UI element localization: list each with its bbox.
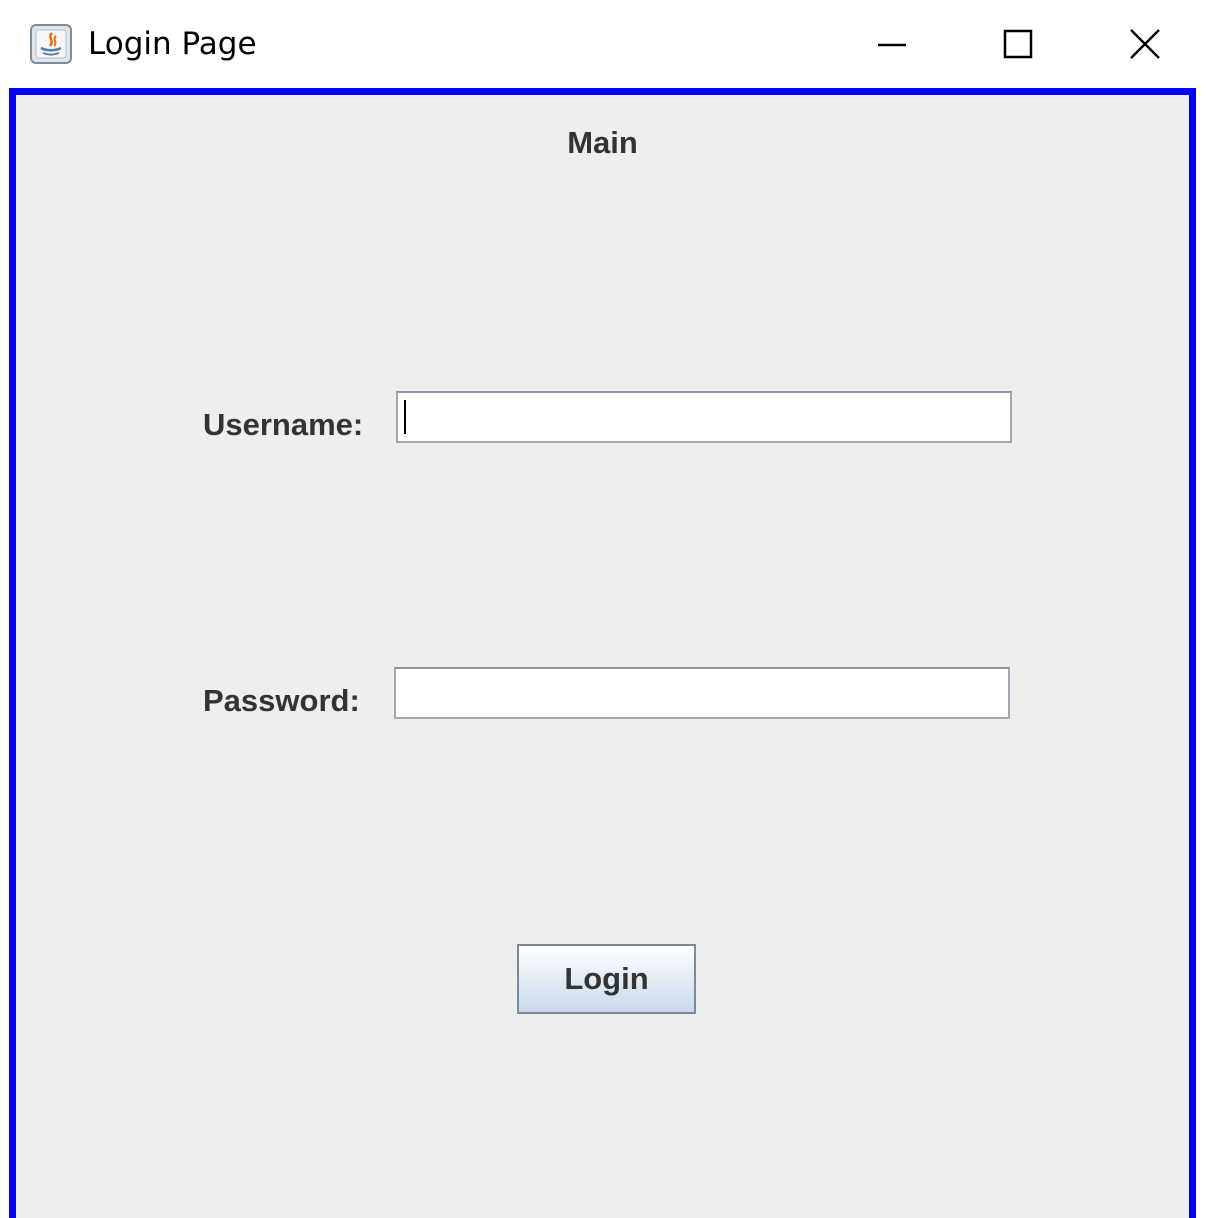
minimize-icon[interactable] [862, 20, 922, 68]
maximize-icon[interactable] [988, 20, 1048, 68]
main-panel: Main Username: Password: Login [9, 88, 1196, 1218]
username-label: Username: [203, 407, 364, 442]
username-field[interactable] [396, 391, 1012, 443]
close-icon[interactable] [1115, 20, 1175, 68]
login-button[interactable]: Login [517, 944, 696, 1014]
window-title: Login Page [88, 26, 257, 62]
text-caret [404, 400, 406, 434]
login-window: Login Page Main Username: Password: Logi… [0, 0, 1209, 1218]
page-title: Main [567, 125, 638, 160]
password-field[interactable] [394, 667, 1010, 719]
password-label: Password: [203, 683, 360, 718]
java-icon [30, 24, 72, 64]
title-bar[interactable]: Login Page [0, 0, 1209, 88]
